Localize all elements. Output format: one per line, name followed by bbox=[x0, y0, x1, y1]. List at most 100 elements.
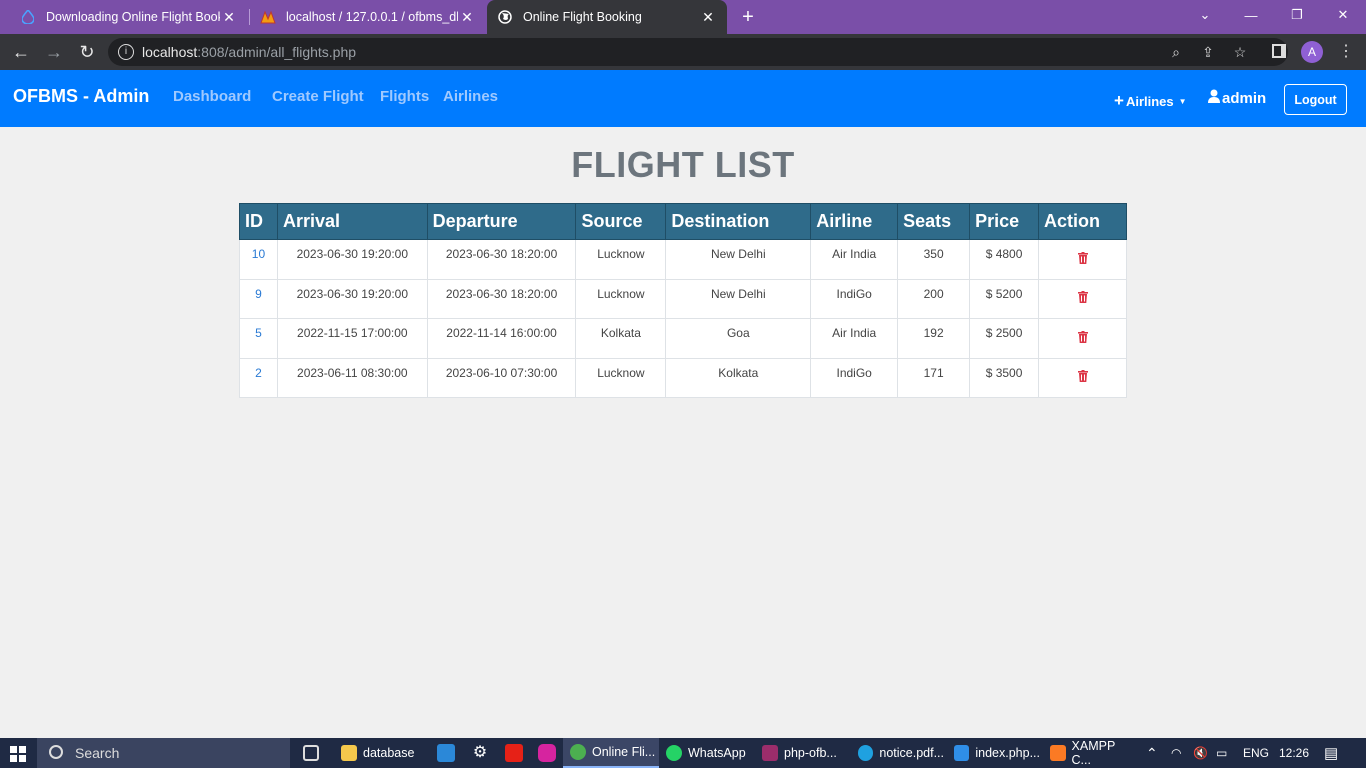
folder-icon bbox=[341, 745, 357, 761]
reload-icon[interactable]: ↻ bbox=[75, 40, 99, 64]
close-tab-icon[interactable]: ✕ bbox=[699, 9, 717, 26]
plus-icon: + bbox=[1114, 91, 1124, 110]
browser-tab-2[interactable]: localhost / 127.0.0.1 / ofbms_db / ✕ bbox=[250, 0, 486, 34]
column-header-price: Price bbox=[969, 203, 1040, 240]
zoom-icon[interactable]: ⌕ bbox=[1166, 42, 1186, 62]
notifications-icon[interactable]: ▤ bbox=[1324, 738, 1338, 768]
url-path: :808/admin/all_flights.php bbox=[197, 44, 357, 60]
wifi-icon[interactable]: ◠ bbox=[1171, 738, 1181, 768]
taskbar-search[interactable]: Search bbox=[37, 738, 290, 768]
taskbar-item-chrome[interactable]: Online Fli... bbox=[563, 738, 659, 768]
browser-menu-icon[interactable]: ⋮ bbox=[1338, 40, 1354, 64]
close-tab-icon[interactable]: ✕ bbox=[220, 9, 238, 26]
app-navbar: OFBMS - Admin Dashboard Create Flight Fl… bbox=[0, 70, 1366, 127]
column-header-action: Action bbox=[1038, 203, 1127, 240]
edge-icon bbox=[858, 745, 874, 761]
departure-cell: 2023-06-30 18:20:00 bbox=[426, 239, 577, 280]
clock[interactable]: 12:26 bbox=[1279, 738, 1309, 768]
taskbar-item-label: notice.pdf... bbox=[879, 746, 944, 760]
tab-title: Downloading Online Flight Booki bbox=[46, 10, 220, 24]
close-window-icon[interactable]: ✕ bbox=[1320, 0, 1366, 30]
side-panel-icon[interactable] bbox=[1272, 44, 1286, 58]
source-cell: Lucknow bbox=[575, 278, 667, 319]
delete-trash-icon[interactable] bbox=[1077, 291, 1088, 304]
airline-cell: Air India bbox=[810, 239, 899, 280]
task-view-icon[interactable] bbox=[303, 745, 319, 761]
brand-title[interactable]: OFBMS - Admin bbox=[13, 86, 149, 107]
windows-start-icon[interactable] bbox=[10, 746, 26, 762]
taskbar-item-winrar[interactable]: php-ofb... bbox=[756, 738, 848, 768]
destination-cell: New Delhi bbox=[665, 278, 812, 319]
language-indicator[interactable]: ENG bbox=[1243, 738, 1269, 768]
column-header-destination: Destination bbox=[665, 203, 812, 240]
xampp-icon bbox=[1050, 745, 1066, 761]
bookmark-star-icon[interactable]: ☆ bbox=[1230, 42, 1250, 62]
taskbar-item-whatsapp[interactable]: WhatsApp bbox=[660, 738, 752, 768]
winrar-icon bbox=[762, 745, 778, 761]
taskbar-item-vscode[interactable]: index.php... bbox=[948, 738, 1040, 768]
action-cell bbox=[1038, 318, 1127, 359]
airlines-dropdown[interactable]: + Airlines ▼ bbox=[1114, 91, 1187, 111]
table-row: 10 2023-06-30 19:20:00 2023-06-30 18:20:… bbox=[239, 239, 1127, 280]
arrival-cell: 2023-06-30 19:20:00 bbox=[276, 239, 428, 280]
mail-icon[interactable] bbox=[437, 744, 455, 762]
action-cell bbox=[1038, 278, 1127, 319]
flight-id-link[interactable]: 2 bbox=[239, 357, 278, 398]
minimize-icon[interactable]: — bbox=[1228, 0, 1274, 30]
taskbar-item-database[interactable]: database bbox=[336, 738, 424, 768]
address-bar[interactable]: i localhost:808/admin/all_flights.php ⌕ … bbox=[108, 38, 1288, 66]
new-tab-icon[interactable]: + bbox=[736, 5, 760, 29]
delete-trash-icon[interactable] bbox=[1077, 330, 1088, 343]
battery-icon[interactable]: ▭ bbox=[1216, 738, 1227, 768]
back-icon[interactable]: ← bbox=[9, 40, 33, 64]
close-tab-icon[interactable]: ✕ bbox=[458, 9, 476, 26]
taskbar-item-xampp[interactable]: XAMPP C... bbox=[1044, 738, 1136, 768]
user-menu[interactable]: admin bbox=[1208, 89, 1266, 107]
action-cell bbox=[1038, 357, 1127, 398]
seats-cell: 200 bbox=[897, 278, 971, 319]
table-header-row: ID Arrival Departure Source Destination … bbox=[239, 203, 1127, 240]
vscode-icon bbox=[954, 745, 970, 761]
profile-avatar[interactable]: A bbox=[1301, 41, 1323, 63]
tray-chevron-up-icon[interactable]: ⌃ bbox=[1146, 738, 1158, 768]
airlines-dropdown-label: Airlines bbox=[1125, 93, 1174, 109]
table-row: 5 2022-11-15 17:00:00 2022-11-14 16:00:0… bbox=[239, 318, 1127, 359]
nav-link-dashboard[interactable]: Dashboard bbox=[173, 88, 251, 105]
flight-id-link[interactable]: 10 bbox=[239, 239, 278, 280]
table-row: 2 2023-06-11 08:30:00 2023-06-10 07:30:0… bbox=[239, 357, 1127, 398]
taskbar-item-edge[interactable]: notice.pdf... bbox=[852, 738, 944, 768]
delete-trash-icon[interactable] bbox=[1077, 251, 1088, 264]
nav-link-airlines[interactable]: Airlines bbox=[443, 88, 498, 105]
destination-cell: Goa bbox=[665, 318, 812, 359]
airline-cell: IndiGo bbox=[810, 278, 899, 319]
site-info-icon[interactable]: i bbox=[118, 44, 134, 60]
taskbar-search-label: Search bbox=[75, 745, 120, 761]
youtube-icon[interactable] bbox=[505, 744, 523, 762]
forward-icon[interactable]: → bbox=[42, 40, 66, 64]
url-text[interactable]: localhost:808/admin/all_flights.php bbox=[142, 44, 356, 60]
browser-toolbar: ← → ↻ i localhost:808/admin/all_flights.… bbox=[0, 34, 1366, 70]
seats-cell: 171 bbox=[897, 357, 971, 398]
destination-cell: Kolkata bbox=[665, 357, 812, 398]
seats-cell: 350 bbox=[897, 239, 971, 280]
browser-tab-3[interactable]: Online Flight Booking ✕ bbox=[487, 0, 727, 34]
instagram-icon[interactable] bbox=[538, 744, 556, 762]
delete-trash-icon[interactable] bbox=[1077, 370, 1088, 383]
user-name: admin bbox=[1222, 89, 1267, 107]
logout-button[interactable]: Logout bbox=[1284, 84, 1347, 115]
settings-gear-icon[interactable]: ⚙ bbox=[471, 744, 489, 762]
tab-search-chevron-icon[interactable]: ⌄ bbox=[1182, 0, 1228, 30]
restore-icon[interactable]: ❐ bbox=[1274, 0, 1320, 30]
departure-cell: 2022-11-14 16:00:00 bbox=[426, 318, 577, 359]
airline-cell: IndiGo bbox=[810, 357, 899, 398]
arrival-cell: 2023-06-11 08:30:00 bbox=[276, 357, 428, 398]
nav-link-create-flight[interactable]: Create Flight bbox=[272, 88, 364, 105]
volume-muted-icon[interactable]: 🔇 bbox=[1193, 738, 1208, 768]
share-icon[interactable]: ⇪ bbox=[1198, 42, 1218, 62]
flight-id-link[interactable]: 9 bbox=[239, 278, 278, 319]
departure-cell: 2023-06-10 07:30:00 bbox=[426, 357, 577, 398]
nav-link-flights[interactable]: Flights bbox=[380, 88, 429, 105]
flight-id-link[interactable]: 5 bbox=[239, 318, 278, 359]
browser-tab-1[interactable]: Downloading Online Flight Booki ✕ bbox=[10, 0, 248, 34]
column-header-seats: Seats bbox=[897, 203, 971, 240]
